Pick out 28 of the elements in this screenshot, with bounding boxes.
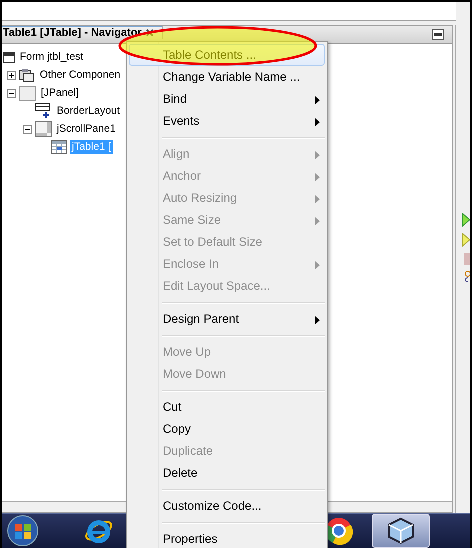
menu-item[interactable]: Events [129, 110, 325, 132]
minimize-icon [434, 33, 442, 36]
menu-item[interactable]: Change Variable Name ... [129, 66, 325, 88]
menu-item[interactable]: Customize Code... [129, 495, 325, 517]
tree-item[interactable]: [JPanel] [39, 86, 81, 100]
play-icon[interactable] [462, 213, 470, 227]
collapse-toggle-icon[interactable] [7, 88, 16, 98]
menu-item[interactable]: Copy [129, 418, 325, 440]
tree-item[interactable]: Form jtbl_test [18, 50, 86, 64]
table-icon [51, 140, 67, 154]
taskbar-button[interactable] [372, 514, 430, 548]
menu-item[interactable]: Delete [129, 462, 325, 484]
components-icon [19, 68, 35, 82]
cube-icon[interactable] [387, 517, 415, 545]
expand-toggle-icon[interactable] [7, 70, 16, 80]
menu-item[interactable]: Cut [129, 396, 325, 418]
scroll-pane-icon [35, 121, 52, 137]
tree-item[interactable]: jScrollPane1 [55, 122, 118, 136]
menu-item[interactable]: Design Parent [129, 308, 325, 330]
panel-icon [19, 86, 36, 100]
close-icon[interactable] [146, 29, 154, 37]
tree-item[interactable]: Other Componen [38, 68, 123, 82]
menu-item[interactable]: Bind [129, 88, 325, 110]
layout-icon [35, 103, 52, 119]
collapse-toggle-icon[interactable] [23, 124, 32, 134]
navigator-tab[interactable]: Table1 [JTable] - Navigator [2, 26, 163, 39]
minimize-button[interactable] [432, 29, 444, 40]
tree-item[interactable]: BorderLayout [55, 104, 122, 118]
